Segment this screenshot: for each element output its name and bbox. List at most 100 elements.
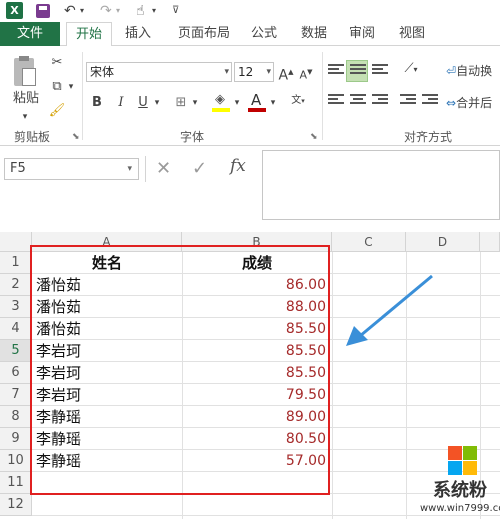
pointer-arrow bbox=[346, 274, 433, 346]
increase-indent-icon[interactable] bbox=[422, 94, 438, 108]
chevron-down-icon[interactable]: ▾ bbox=[224, 63, 229, 81]
font-color-label: A bbox=[251, 91, 262, 109]
font-color-swatch bbox=[248, 108, 266, 112]
row-header[interactable]: 8 bbox=[0, 406, 32, 428]
merge-center-icon: ⇔ bbox=[446, 96, 457, 110]
shrink-font-button[interactable]: A▼ bbox=[298, 63, 314, 82]
save-icon[interactable] bbox=[36, 4, 50, 18]
font-group-label: 字体 bbox=[180, 130, 205, 144]
paste-dropdown-icon[interactable]: ▾ bbox=[18, 108, 32, 126]
merge-center-button[interactable]: ⇔合并后 bbox=[446, 94, 500, 112]
chevron-down-icon[interactable]: ▾ bbox=[266, 63, 271, 81]
name-box[interactable]: F5 ▾ bbox=[4, 158, 139, 180]
enter-icon[interactable]: ✓ bbox=[192, 158, 207, 180]
quick-access-toolbar: X ↶ ▾ ↷ ▾ ☝ ▾ ⊽ bbox=[0, 0, 500, 22]
tab-review[interactable]: 审阅 bbox=[342, 22, 382, 46]
highlight-box bbox=[30, 245, 330, 495]
tab-view[interactable]: 视图 bbox=[392, 22, 432, 46]
font-size-combo[interactable]: 12 ▾ bbox=[234, 62, 274, 82]
top-align-icon[interactable] bbox=[328, 64, 344, 78]
undo-icon[interactable]: ↶ bbox=[64, 2, 76, 20]
ribbon-tabs: 文件 开始 插入 页面布局 公式 数据 审阅 视图 bbox=[0, 22, 500, 47]
column-header-e[interactable] bbox=[480, 232, 500, 252]
wrap-text-button[interactable]: ⏎自动换 bbox=[446, 62, 500, 80]
tab-home[interactable]: 开始 bbox=[66, 22, 112, 47]
touch-dropdown-icon[interactable]: ▾ bbox=[152, 2, 156, 20]
select-all-corner[interactable] bbox=[0, 232, 32, 252]
font-name-combo[interactable]: 宋体 ▾ bbox=[86, 62, 232, 82]
customize-qat-icon[interactable]: ⊽ bbox=[172, 2, 179, 20]
touch-mode-icon[interactable]: ☝ bbox=[136, 2, 145, 20]
align-right-icon[interactable] bbox=[372, 94, 388, 108]
grow-font-button[interactable]: A▲ bbox=[278, 63, 294, 84]
row-header[interactable]: 6 bbox=[0, 362, 32, 384]
column-header-c[interactable]: C bbox=[332, 232, 406, 252]
orientation-icon[interactable]: ⟋▾ bbox=[400, 60, 422, 78]
decrease-indent-icon[interactable] bbox=[400, 94, 416, 108]
fill-color-icon[interactable]: ◈ bbox=[212, 92, 232, 114]
tab-data[interactable]: 数据 bbox=[294, 22, 334, 46]
clipboard-group-label: 剪贴板 bbox=[14, 130, 51, 144]
borders-dropdown-icon[interactable]: ▾ bbox=[190, 94, 200, 112]
row-header[interactable]: 9 bbox=[0, 428, 32, 450]
tab-insert[interactable]: 插入 bbox=[118, 22, 158, 46]
tab-formulas[interactable]: 公式 bbox=[244, 22, 284, 46]
italic-button[interactable]: I bbox=[114, 94, 128, 112]
name-box-value: F5 bbox=[10, 161, 26, 176]
underline-dropdown-icon[interactable]: ▾ bbox=[152, 94, 162, 112]
insert-function-icon[interactable]: fx bbox=[230, 156, 246, 176]
watermark: 系统粉 www.win7999.com bbox=[420, 446, 500, 519]
row-header[interactable]: 12 bbox=[0, 494, 32, 516]
bottom-align-icon[interactable] bbox=[372, 64, 388, 78]
row-header[interactable]: 1 bbox=[0, 252, 32, 274]
row-header[interactable]: 4 bbox=[0, 318, 32, 340]
watermark-text: 系统粉 bbox=[433, 480, 487, 501]
wrap-text-label: 自动换 bbox=[456, 64, 493, 78]
cancel-icon[interactable]: ✕ bbox=[156, 158, 171, 180]
chevron-down-icon[interactable]: ▾ bbox=[127, 159, 132, 179]
paste-button[interactable]: 粘贴 bbox=[6, 90, 46, 108]
redo-icon[interactable]: ↷ bbox=[100, 2, 112, 20]
column-header-d[interactable]: D bbox=[406, 232, 480, 252]
font-color-dropdown-icon[interactable]: ▾ bbox=[268, 94, 278, 112]
undo-dropdown-icon[interactable]: ▾ bbox=[80, 2, 84, 20]
formula-bar: F5 ▾ ✕ ✓ fx bbox=[0, 146, 500, 224]
gridline bbox=[332, 252, 333, 519]
tab-page-layout[interactable]: 页面布局 bbox=[168, 22, 240, 46]
merge-center-label: 合并后 bbox=[456, 96, 493, 110]
row-header[interactable]: 2 bbox=[0, 274, 32, 296]
clipboard-launcher-icon[interactable]: ⬊ bbox=[72, 132, 80, 142]
redo-dropdown-icon[interactable]: ▾ bbox=[116, 2, 120, 20]
row-header[interactable]: 5 bbox=[0, 340, 32, 362]
formula-input[interactable] bbox=[262, 150, 500, 220]
row-header[interactable]: 10 bbox=[0, 450, 32, 472]
phonetic-icon[interactable]: 文▾ bbox=[288, 92, 308, 110]
cut-icon[interactable]: ✂ bbox=[48, 54, 66, 72]
row-header[interactable]: 11 bbox=[0, 472, 32, 494]
font-color-icon[interactable]: A bbox=[248, 91, 268, 114]
format-painter-icon[interactable]: 🖌 bbox=[48, 102, 66, 120]
formula-separator bbox=[145, 156, 146, 182]
bold-button[interactable]: B bbox=[90, 94, 104, 112]
font-size-value: 12 bbox=[238, 65, 254, 79]
row-header[interactable]: 7 bbox=[0, 384, 32, 406]
fill-color-dropdown-icon[interactable]: ▾ bbox=[232, 94, 242, 112]
copy-dropdown-icon[interactable]: ▾ bbox=[66, 78, 76, 96]
align-center-icon[interactable] bbox=[350, 94, 366, 108]
excel-logo-icon: X bbox=[6, 2, 23, 19]
alignment-group-label: 对齐方式 bbox=[404, 130, 453, 144]
borders-icon[interactable]: ⊞ bbox=[172, 94, 190, 112]
tab-file[interactable]: 文件 bbox=[0, 22, 60, 46]
underline-button[interactable]: U bbox=[136, 94, 150, 112]
font-launcher-icon[interactable]: ⬊ bbox=[310, 132, 318, 142]
align-left-icon[interactable] bbox=[328, 94, 344, 108]
ribbon-home: 粘贴 ▾ ✂ ⧉ ▾ 🖌 剪贴板 ⬊ 宋体 ▾ 12 ▾ A▲ A▼ B I U… bbox=[0, 46, 500, 146]
group-divider bbox=[322, 52, 323, 140]
paste-icon[interactable] bbox=[12, 56, 38, 88]
font-name-value: 宋体 bbox=[90, 65, 115, 79]
watermark-url: www.win7999.com bbox=[420, 503, 500, 514]
shrink-font-label: A bbox=[299, 68, 308, 82]
middle-align-icon[interactable] bbox=[350, 64, 366, 78]
row-header[interactable]: 3 bbox=[0, 296, 32, 318]
copy-icon[interactable]: ⧉ bbox=[48, 78, 66, 96]
